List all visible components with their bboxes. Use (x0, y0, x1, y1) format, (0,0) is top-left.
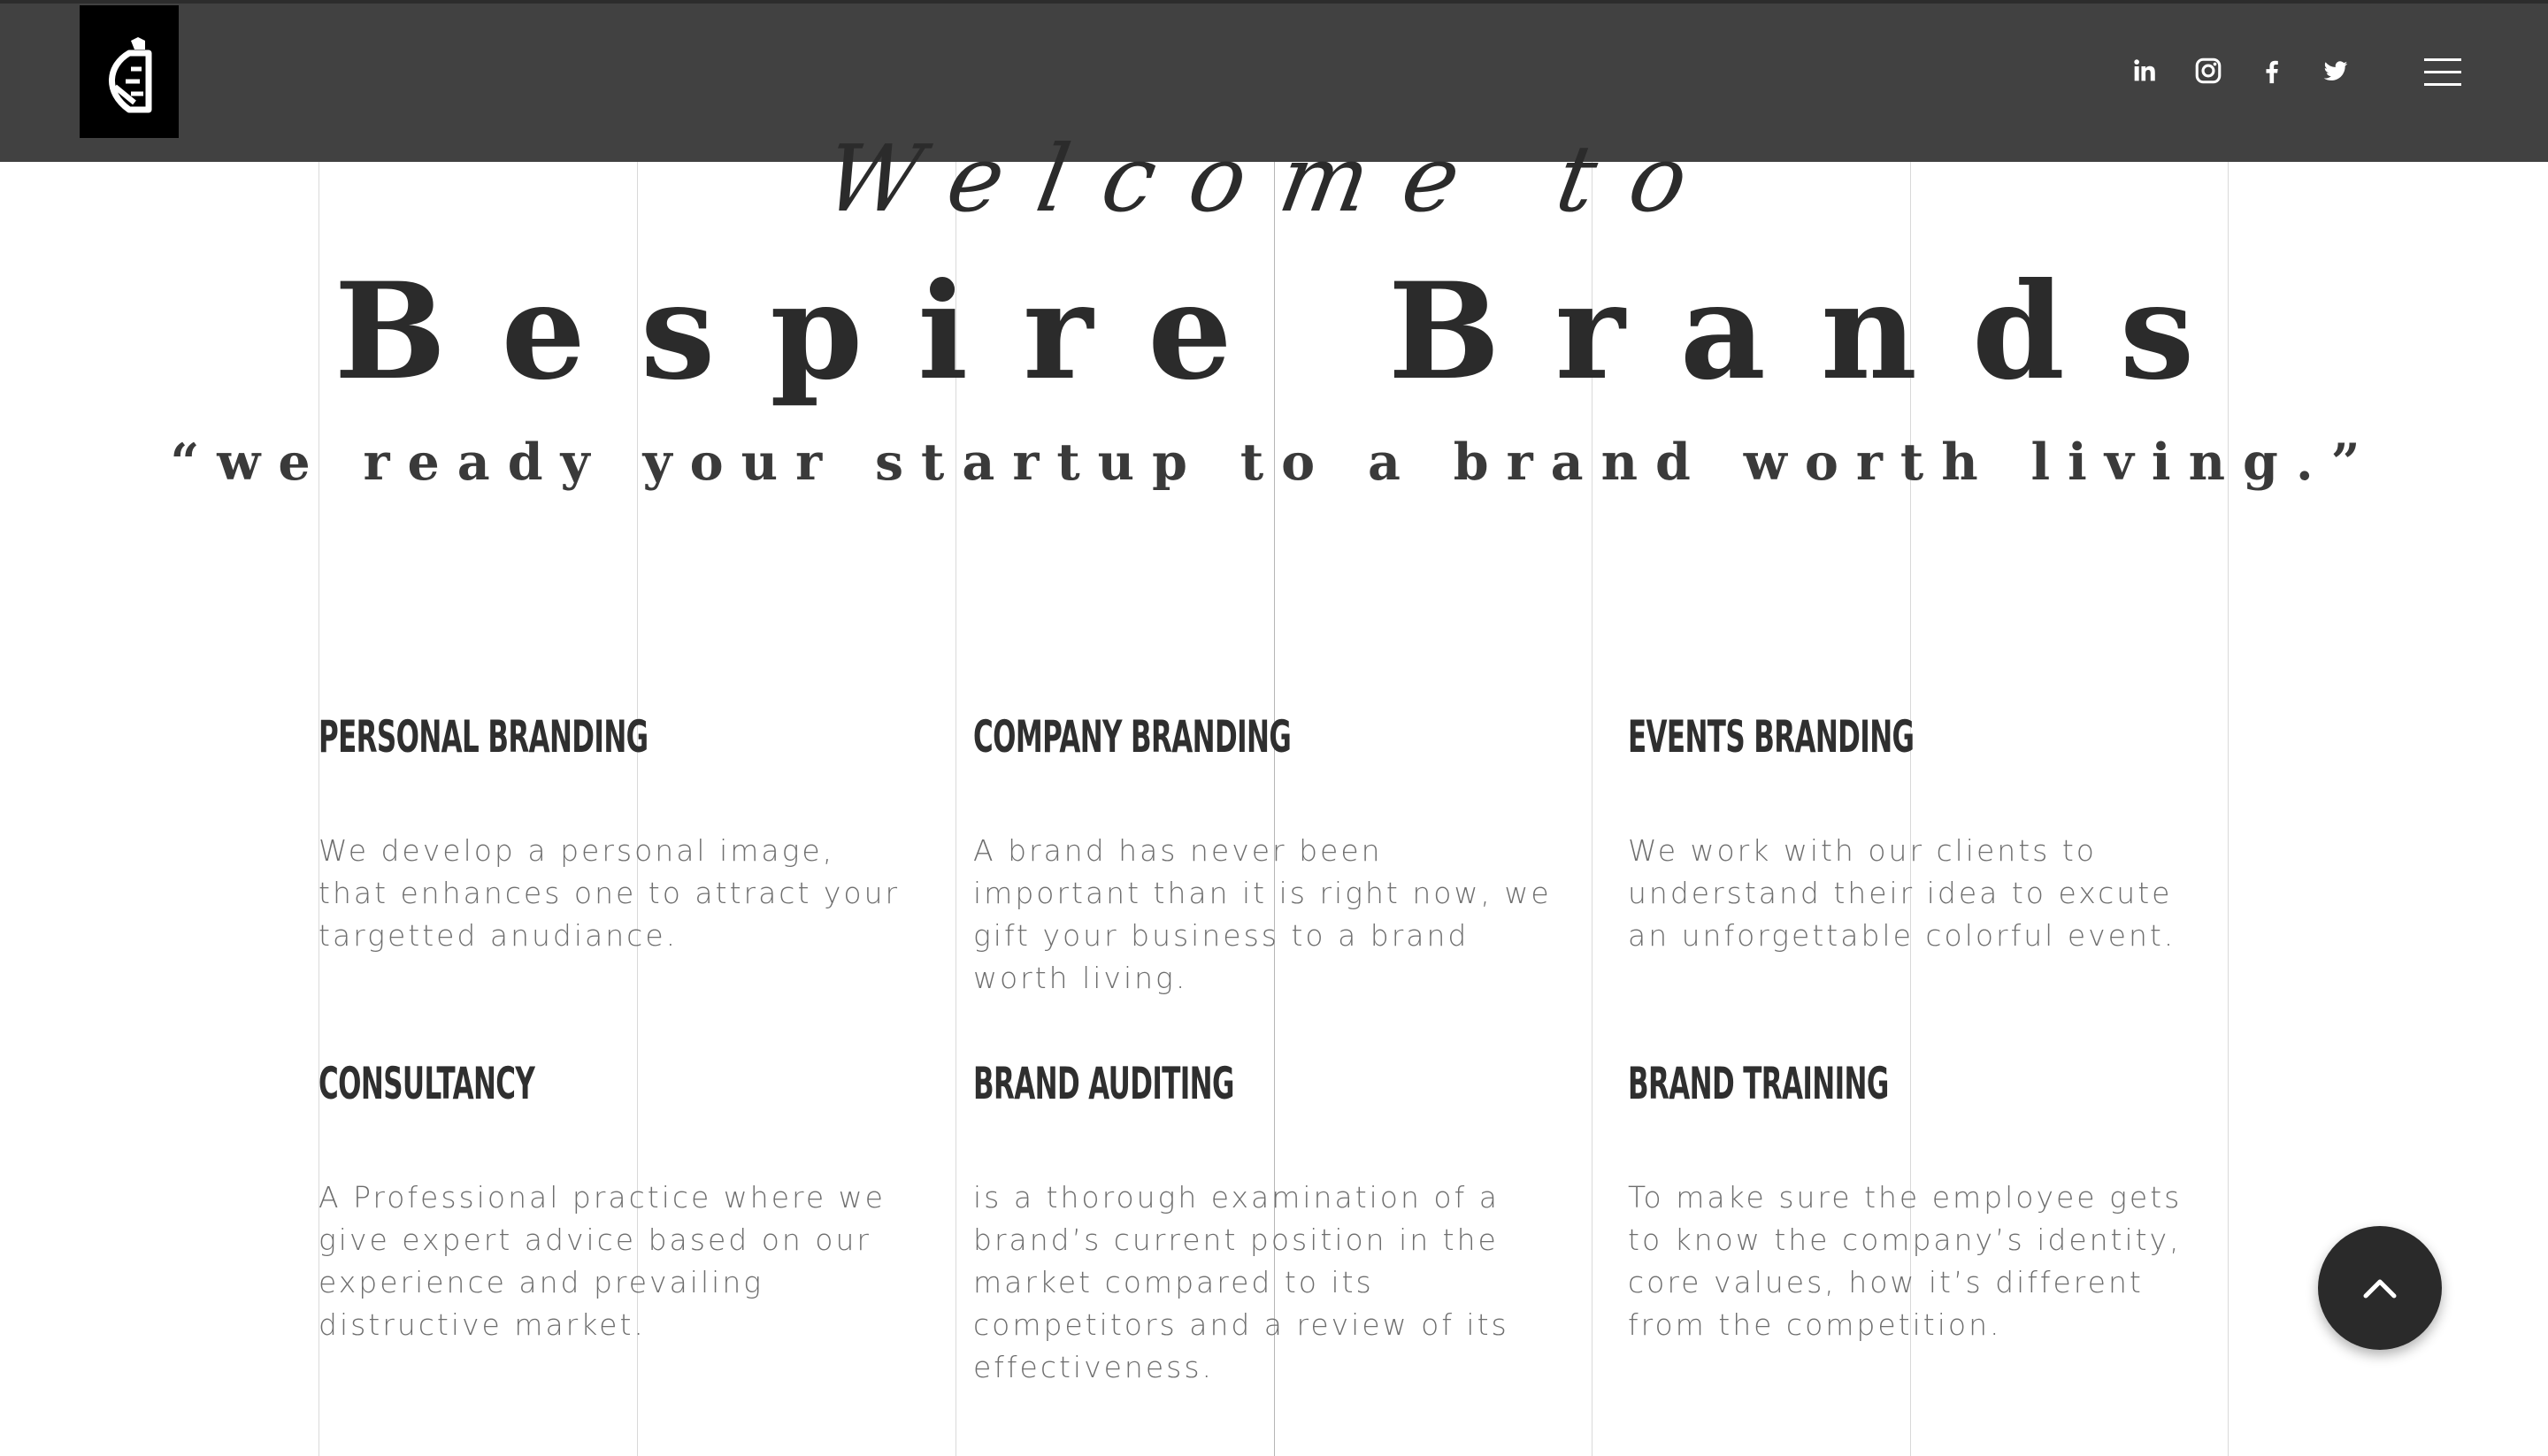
service-brand-training: BRAND TRAINING To make sure the employee… (1628, 1061, 2212, 1346)
twitter-icon[interactable] (2320, 55, 2352, 87)
service-personal-branding: PERSONAL BRANDING We develop a personal … (318, 715, 902, 957)
service-description: A Professional practice where we give ex… (318, 1180, 886, 1342)
linkedin-icon[interactable] (2129, 55, 2160, 87)
hamburger-line (2424, 83, 2461, 86)
menu-button[interactable] (2424, 58, 2461, 87)
social-links (2129, 55, 2352, 87)
service-title: CONSULTANCY (318, 1058, 535, 1109)
service-title: COMPANY BRANDING (973, 711, 1292, 762)
service-description: To make sure the employee gets to know t… (1628, 1180, 2183, 1342)
hamburger-icon (2424, 58, 2461, 61)
page-title: Bespire Brands (334, 254, 2250, 410)
page: Welcome to Bespire Brands “we ready your… (0, 0, 2548, 1456)
welcome-heading: Welcome to (817, 125, 1731, 233)
hamburger-line (2424, 71, 2461, 73)
facebook-icon[interactable] (2256, 55, 2288, 87)
service-title: BRAND AUDITING (973, 1058, 1234, 1109)
service-title: EVENTS BRANDING (1628, 711, 1915, 762)
service-company-branding: COMPANY BRANDING A brand has never been … (973, 715, 1557, 1000)
service-brand-auditing: BRAND AUDITING is a thorough examination… (973, 1061, 1557, 1389)
service-description: We develop a personal image, that enhanc… (318, 833, 901, 953)
service-consultancy: CONSULTANCY A Professional practice wher… (318, 1061, 902, 1346)
chevron-up-icon (2363, 1279, 2397, 1299)
service-description: A brand has never been important than it… (973, 833, 1552, 995)
service-description: We work with our clients to understand t… (1628, 833, 2176, 953)
service-events-branding: EVENTS BRANDING We work with our clients… (1628, 715, 2212, 957)
service-title: BRAND TRAINING (1628, 1058, 1889, 1109)
service-title: PERSONAL BRANDING (318, 711, 649, 762)
logo-mark-icon (109, 37, 152, 113)
scroll-to-top-button[interactable] (2318, 1226, 2442, 1350)
tagline: “we ready your startup to a brand worth … (170, 433, 2378, 492)
instagram-icon[interactable] (2192, 55, 2224, 87)
logo[interactable] (80, 5, 179, 138)
service-description: is a thorough examination of a brand’s c… (973, 1180, 1509, 1384)
